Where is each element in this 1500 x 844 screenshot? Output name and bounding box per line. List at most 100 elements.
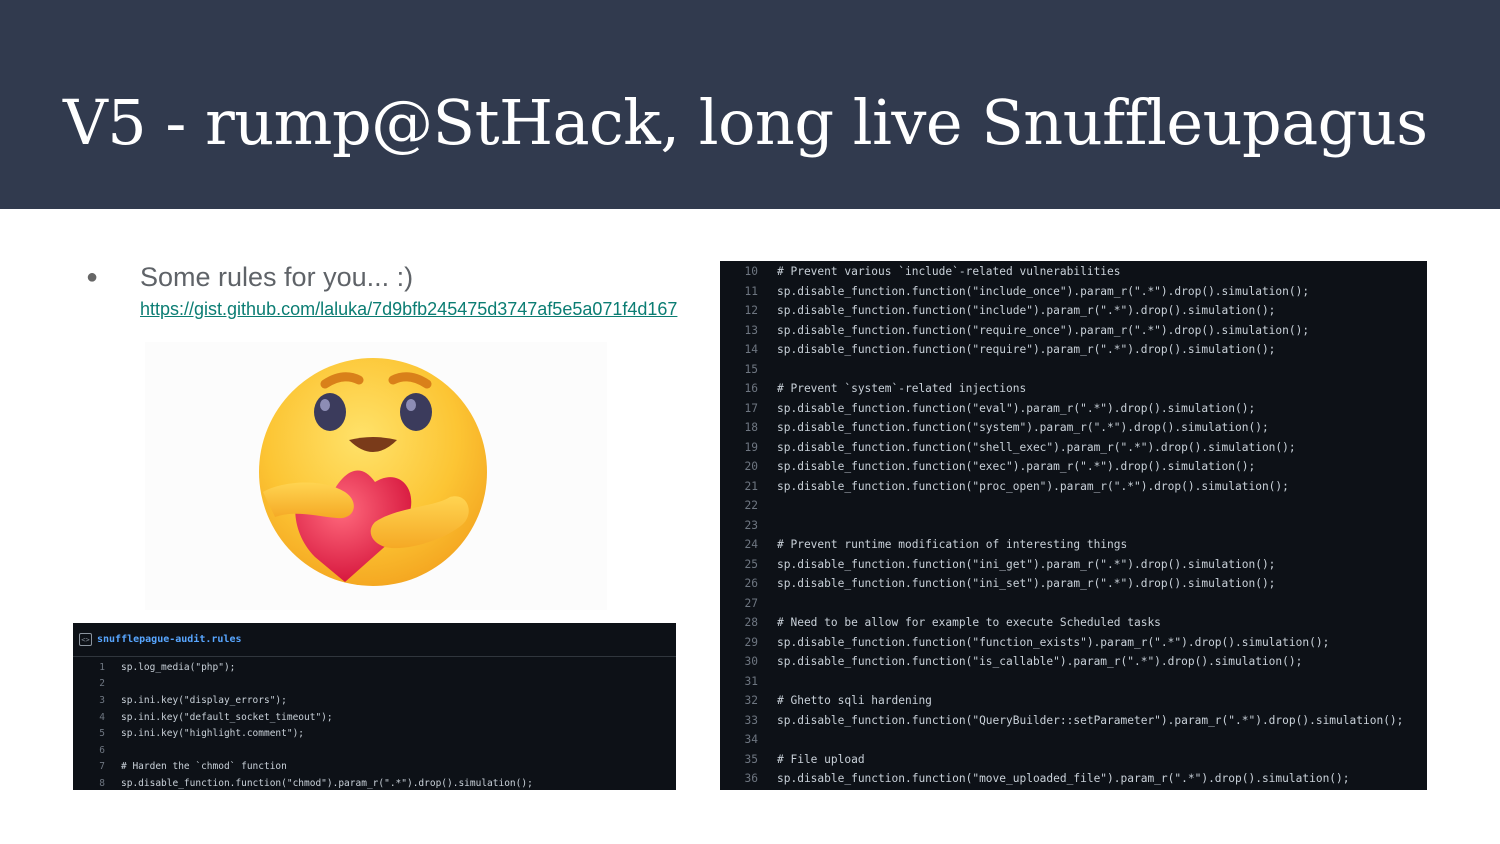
code-line: 2	[73, 676, 676, 693]
code-line: 17 sp.disable_function.function("eval").p…	[720, 399, 1427, 419]
line-number: 7	[99, 761, 105, 773]
line-number: 10	[744, 265, 758, 279]
line-code: sp.ini.key("default_socket_timeout");	[121, 711, 333, 723]
line-number: 36	[744, 772, 758, 786]
line-number: 23	[744, 518, 758, 532]
line-number: 35	[744, 752, 758, 766]
line-number: 34	[744, 733, 758, 747]
line-code: # Prevent various `include`-related vuln…	[777, 265, 1121, 279]
line-code: # Harden the `chmod` function	[121, 761, 287, 773]
code-line: 18 sp.disable_function.function("system")…	[720, 418, 1427, 438]
line-code: # Need to be allow for example to execut…	[777, 616, 1161, 630]
line-number: 33	[744, 713, 758, 727]
line-code: sp.log_media("php");	[121, 661, 236, 673]
code-line: 26 sp.disable_function.function("ini_set"…	[720, 574, 1427, 594]
code-line: 8 sp.disable_function.function("chmod").p…	[73, 775, 676, 790]
code-line: 12 sp.disable_function.function("include"…	[720, 301, 1427, 321]
code-line: 21 sp.disable_function.function("proc_ope…	[720, 477, 1427, 497]
line-code: # File upload	[777, 752, 865, 766]
code-line: 27	[720, 594, 1427, 614]
line-number: 1	[99, 661, 105, 673]
code-file-header: <> snufflepague-audit.rules	[73, 623, 676, 657]
line-number: 16	[744, 382, 758, 396]
code-line: 1 sp.log_media("php");	[73, 659, 676, 676]
line-number: 32	[744, 694, 758, 708]
line-code: sp.ini.key("highlight.comment");	[121, 728, 305, 740]
line-number: 31	[744, 674, 758, 688]
slide-header: V5 - rump@StHack, long live Snuffleupagu…	[0, 0, 1500, 209]
line-number: 19	[744, 440, 758, 454]
line-code: # Ghetto sqli hardening	[777, 694, 932, 708]
line-code: sp.disable_function.function("shell_exec…	[777, 440, 1296, 454]
line-code: sp.disable_function.function("QueryBuild…	[777, 713, 1404, 727]
line-number: 22	[744, 499, 758, 513]
slide-title: V5 - rump@StHack, long live Snuffleupagu…	[63, 86, 1428, 159]
line-number: 11	[744, 284, 758, 298]
line-code: sp.disable_function.function("chmod").pa…	[121, 777, 533, 789]
line-number: 21	[744, 479, 758, 493]
code-lines: 1 sp.log_media("php"); 2 3 sp.ini.key("displ…	[73, 657, 676, 790]
gist-link[interactable]: https://gist.github.com/laluka/7d9bfb245…	[140, 299, 718, 320]
code-line: 3 sp.ini.key("display_errors");	[73, 692, 676, 709]
code-line: 36 sp.disable_function.function("move_upl…	[720, 769, 1427, 789]
code-line: 33 sp.disable_function.function("QueryBui…	[720, 711, 1427, 731]
line-number: 5	[99, 728, 105, 740]
line-number: 27	[744, 596, 758, 610]
line-number: 13	[744, 323, 758, 337]
code-line: 14 sp.disable_function.function("require"…	[720, 340, 1427, 360]
small-code-snippet: <> snufflepague-audit.rules 1 sp.log_medi…	[73, 623, 676, 790]
line-code: sp.disable_function.function("system").p…	[777, 421, 1269, 435]
code-filename[interactable]: snufflepague-audit.rules	[97, 634, 242, 645]
line-code: sp.disable_function.function("include").…	[777, 304, 1276, 318]
line-number: 2	[99, 678, 105, 690]
code-line: 25 sp.disable_function.function("ini_get"…	[720, 555, 1427, 575]
code-line: 19 sp.disable_function.function("shell_ex…	[720, 438, 1427, 458]
code-line: 10 # Prevent various `include`-related vu…	[720, 262, 1427, 282]
line-code: sp.disable_function.function("exec").par…	[777, 460, 1256, 474]
line-code: # Prevent `system`-related injections	[777, 382, 1027, 396]
line-code: sp.disable_function.function("eval").par…	[777, 401, 1256, 415]
code-line: 23	[720, 516, 1427, 536]
code-line: 34	[720, 730, 1427, 750]
line-code: # Prevent runtime modification of intere…	[777, 538, 1128, 552]
line-number: 3	[99, 694, 105, 706]
line-number: 14	[744, 343, 758, 357]
bullet-dot: ●	[86, 266, 99, 288]
line-code: sp.disable_function.function("proc_open"…	[777, 479, 1289, 493]
code-line: 35 # File upload	[720, 750, 1427, 770]
code-line: 6	[73, 742, 676, 759]
code-file-icon: <>	[79, 633, 92, 646]
code-line: 31	[720, 672, 1427, 692]
code-line: 28 # Need to be allow for example to exec…	[720, 613, 1427, 633]
line-number: 24	[744, 538, 758, 552]
line-code: sp.disable_function.function("ini_set").…	[777, 577, 1276, 591]
code-line: 13 sp.disable_function.function("require_…	[720, 321, 1427, 341]
line-code: sp.disable_function.function("require_on…	[777, 323, 1310, 337]
line-number: 17	[744, 401, 758, 415]
line-code: sp.disable_function.function("include_on…	[777, 284, 1310, 298]
code-line: 15	[720, 360, 1427, 380]
code-line: 4 sp.ini.key("default_socket_timeout");	[73, 709, 676, 726]
code-line: 7 # Harden the `chmod` function	[73, 759, 676, 776]
line-number: 8	[99, 777, 105, 789]
code-line: 11 sp.disable_function.function("include_…	[720, 282, 1427, 302]
code-line: 29 sp.disable_function.function("function…	[720, 633, 1427, 653]
line-number: 26	[744, 577, 758, 591]
line-code: sp.disable_function.function("is_callabl…	[777, 655, 1303, 669]
line-code: sp.disable_function.function("ini_get").…	[777, 557, 1276, 571]
code-line: 32 # Ghetto sqli hardening	[720, 691, 1427, 711]
code-line: 5 sp.ini.key("highlight.comment");	[73, 725, 676, 742]
line-number: 6	[99, 744, 105, 756]
care-emoji-image	[145, 342, 607, 610]
code-line: 16 # Prevent `system`-related injections	[720, 379, 1427, 399]
line-number: 18	[744, 421, 758, 435]
line-number: 12	[744, 304, 758, 318]
line-number: 4	[99, 711, 105, 723]
line-code: sp.disable_function.function("move_uploa…	[777, 772, 1350, 786]
code-line: 22	[720, 496, 1427, 516]
line-number: 28	[744, 616, 758, 630]
line-code: sp.ini.key("display_errors");	[121, 694, 287, 706]
code-lines: 10 # Prevent various `include`-related vu…	[720, 261, 1427, 789]
code-line: 30 sp.disable_function.function("is_calla…	[720, 652, 1427, 672]
code-line: 24 # Prevent runtime modification of inte…	[720, 535, 1427, 555]
